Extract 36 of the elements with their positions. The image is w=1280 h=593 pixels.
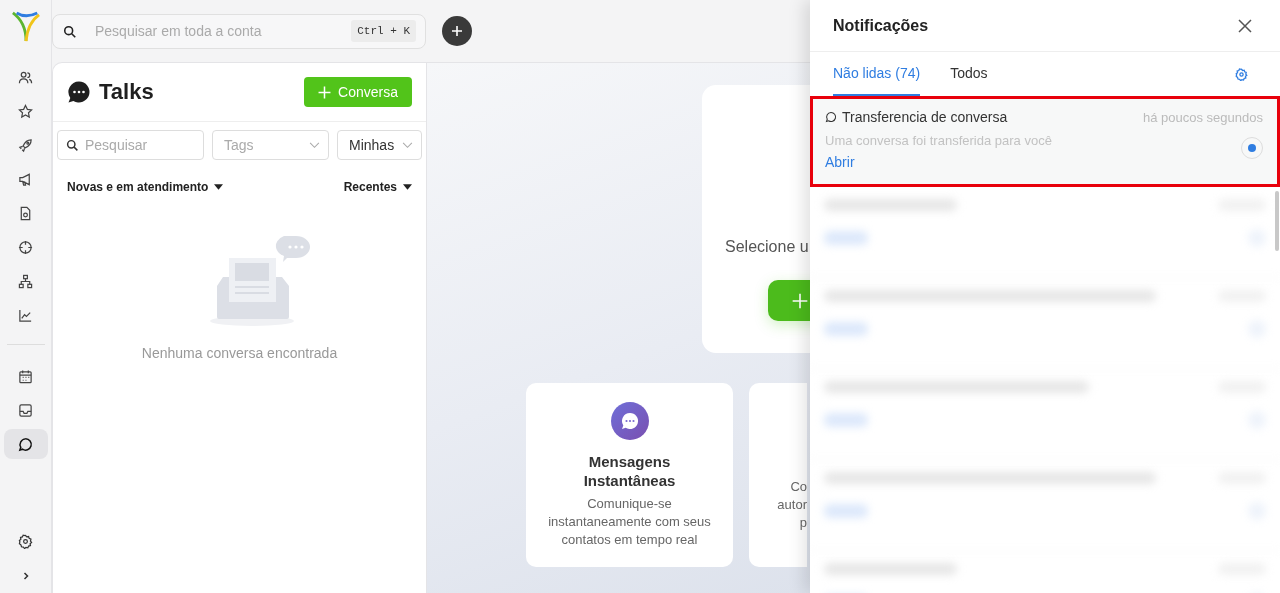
empty-message: Nenhuma conversa encontrada [141,345,338,361]
plus-icon [792,292,808,309]
chevron-down-icon [402,141,413,149]
caret-down-icon [214,184,224,190]
plus-icon [318,85,332,99]
search-icon [63,24,77,39]
notification-time: há poucos segundos [1143,109,1263,125]
caret-down-icon [403,184,412,190]
prompt-text: Selecione u [725,238,810,256]
chat-icon [67,80,91,104]
chat-icon [610,402,649,440]
search-icon [66,139,79,152]
close-icon[interactable] [1238,18,1252,33]
owner-select[interactable]: Minhas [337,130,422,160]
drawer-title: Notificações [833,16,929,35]
feature-description: autor [777,496,807,514]
chevron-down-icon [309,141,320,149]
feature-description: Co [790,478,807,496]
page-title: Talks [99,79,155,105]
scrollbar[interactable] [1275,191,1279,251]
plus-icon [451,25,463,37]
chat-nav-icon[interactable] [3,429,48,459]
notification-tab[interactable]: Todos [950,52,988,96]
chat-icon [825,111,837,123]
search-field[interactable]: Pesquisar [57,130,204,160]
status-sort[interactable]: Novas e em atendimento [67,180,224,194]
add-button[interactable] [442,16,472,46]
feature-description: p [799,514,807,532]
settings-icon[interactable] [18,534,33,549]
feature-description: Comunique-se instantaneamente com seus contatos em tempo real [547,495,712,549]
logo-icon [10,10,41,44]
order-sort[interactable]: Recentes [343,180,412,194]
shortcut-hint: Ctrl + K [351,19,416,42]
notification-title: Transferencia de conversa [842,109,1009,125]
open-link[interactable]: Abrir [825,154,855,170]
feature-title: Mensagens Instantâneas [582,452,677,490]
